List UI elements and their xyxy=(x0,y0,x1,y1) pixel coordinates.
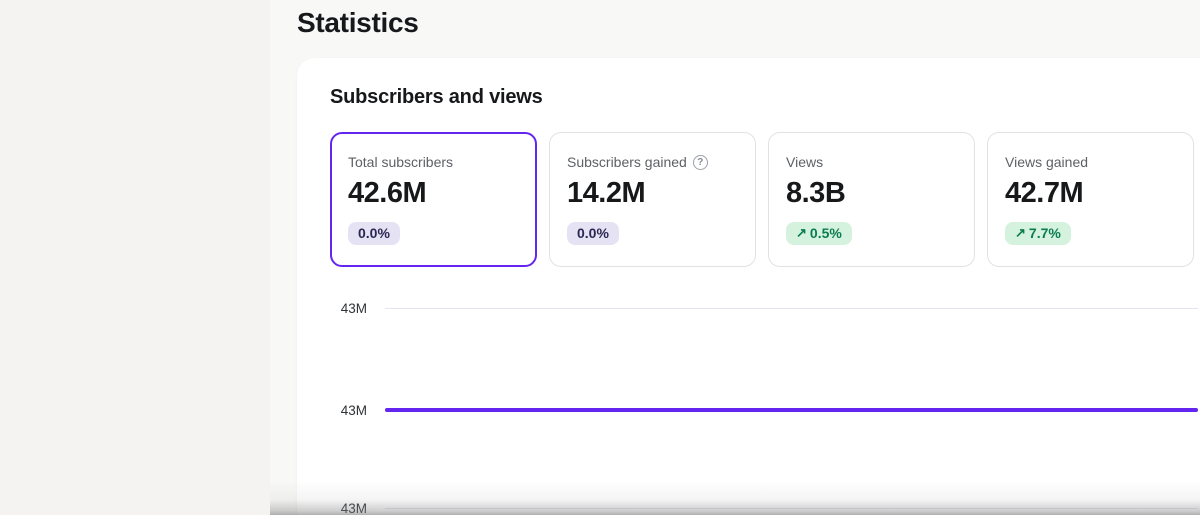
statistics-page: Statistics Subscribers and views Total s… xyxy=(0,0,1200,515)
trend-up-icon: ↗ xyxy=(1015,225,1026,241)
gridline xyxy=(385,508,1198,509)
stat-label: Views xyxy=(786,154,957,170)
stat-label: Total subscribers xyxy=(348,154,519,170)
y-axis-tick: 43M xyxy=(330,501,367,515)
stat-label-text: Subscribers gained xyxy=(567,154,687,170)
stat-value: 42.6M xyxy=(348,177,519,210)
change-badge: ↗ 0.5% xyxy=(786,222,852,245)
stat-label-text: Views gained xyxy=(1005,154,1088,170)
stat-value: 42.7M xyxy=(1005,177,1176,210)
chart-grid-row: 43M xyxy=(330,498,1198,515)
stat-card-subscribers-gained[interactable]: Subscribers gained ? 14.2M 0.0% xyxy=(549,132,756,267)
badge-value: 0.0% xyxy=(358,225,390,241)
help-icon[interactable]: ? xyxy=(693,155,708,170)
left-panel xyxy=(0,0,270,515)
trend-up-icon: ↗ xyxy=(796,225,807,241)
y-axis-tick: 43M xyxy=(330,403,367,418)
page-title: Statistics xyxy=(297,7,419,39)
stat-card-total-subscribers[interactable]: Total subscribers 42.6M 0.0% xyxy=(330,132,537,267)
chart-grid-row: 43M xyxy=(330,298,1198,318)
y-axis-tick: 43M xyxy=(330,301,367,316)
badge-value: 7.7% xyxy=(1029,225,1061,241)
stat-value: 14.2M xyxy=(567,177,738,210)
section-heading: Subscribers and views xyxy=(330,86,543,109)
badge-value: 0.5% xyxy=(810,225,842,241)
stat-value: 8.3B xyxy=(786,177,957,210)
statistics-card: Subscribers and views Total subscribers … xyxy=(297,58,1200,515)
stat-card-views-gained[interactable]: Views gained 42.7M ↗ 7.7% xyxy=(987,132,1194,267)
stat-label: Views gained xyxy=(1005,154,1176,170)
subscribers-chart: 43M 43M 43M xyxy=(330,300,1198,515)
change-badge: 0.0% xyxy=(348,222,400,245)
gridline xyxy=(385,308,1198,309)
subscribers-line xyxy=(385,408,1198,412)
change-badge: ↗ 7.7% xyxy=(1005,222,1071,245)
stat-card-row: Total subscribers 42.6M 0.0% Subscribers… xyxy=(330,132,1194,267)
chart-data-row: 43M xyxy=(330,400,1198,420)
stat-label: Subscribers gained ? xyxy=(567,154,738,170)
stat-label-text: Total subscribers xyxy=(348,154,453,170)
change-badge: 0.0% xyxy=(567,222,619,245)
badge-value: 0.0% xyxy=(577,225,609,241)
stat-card-views[interactable]: Views 8.3B ↗ 0.5% xyxy=(768,132,975,267)
stat-label-text: Views xyxy=(786,154,823,170)
main-content: Statistics Subscribers and views Total s… xyxy=(270,0,1200,515)
